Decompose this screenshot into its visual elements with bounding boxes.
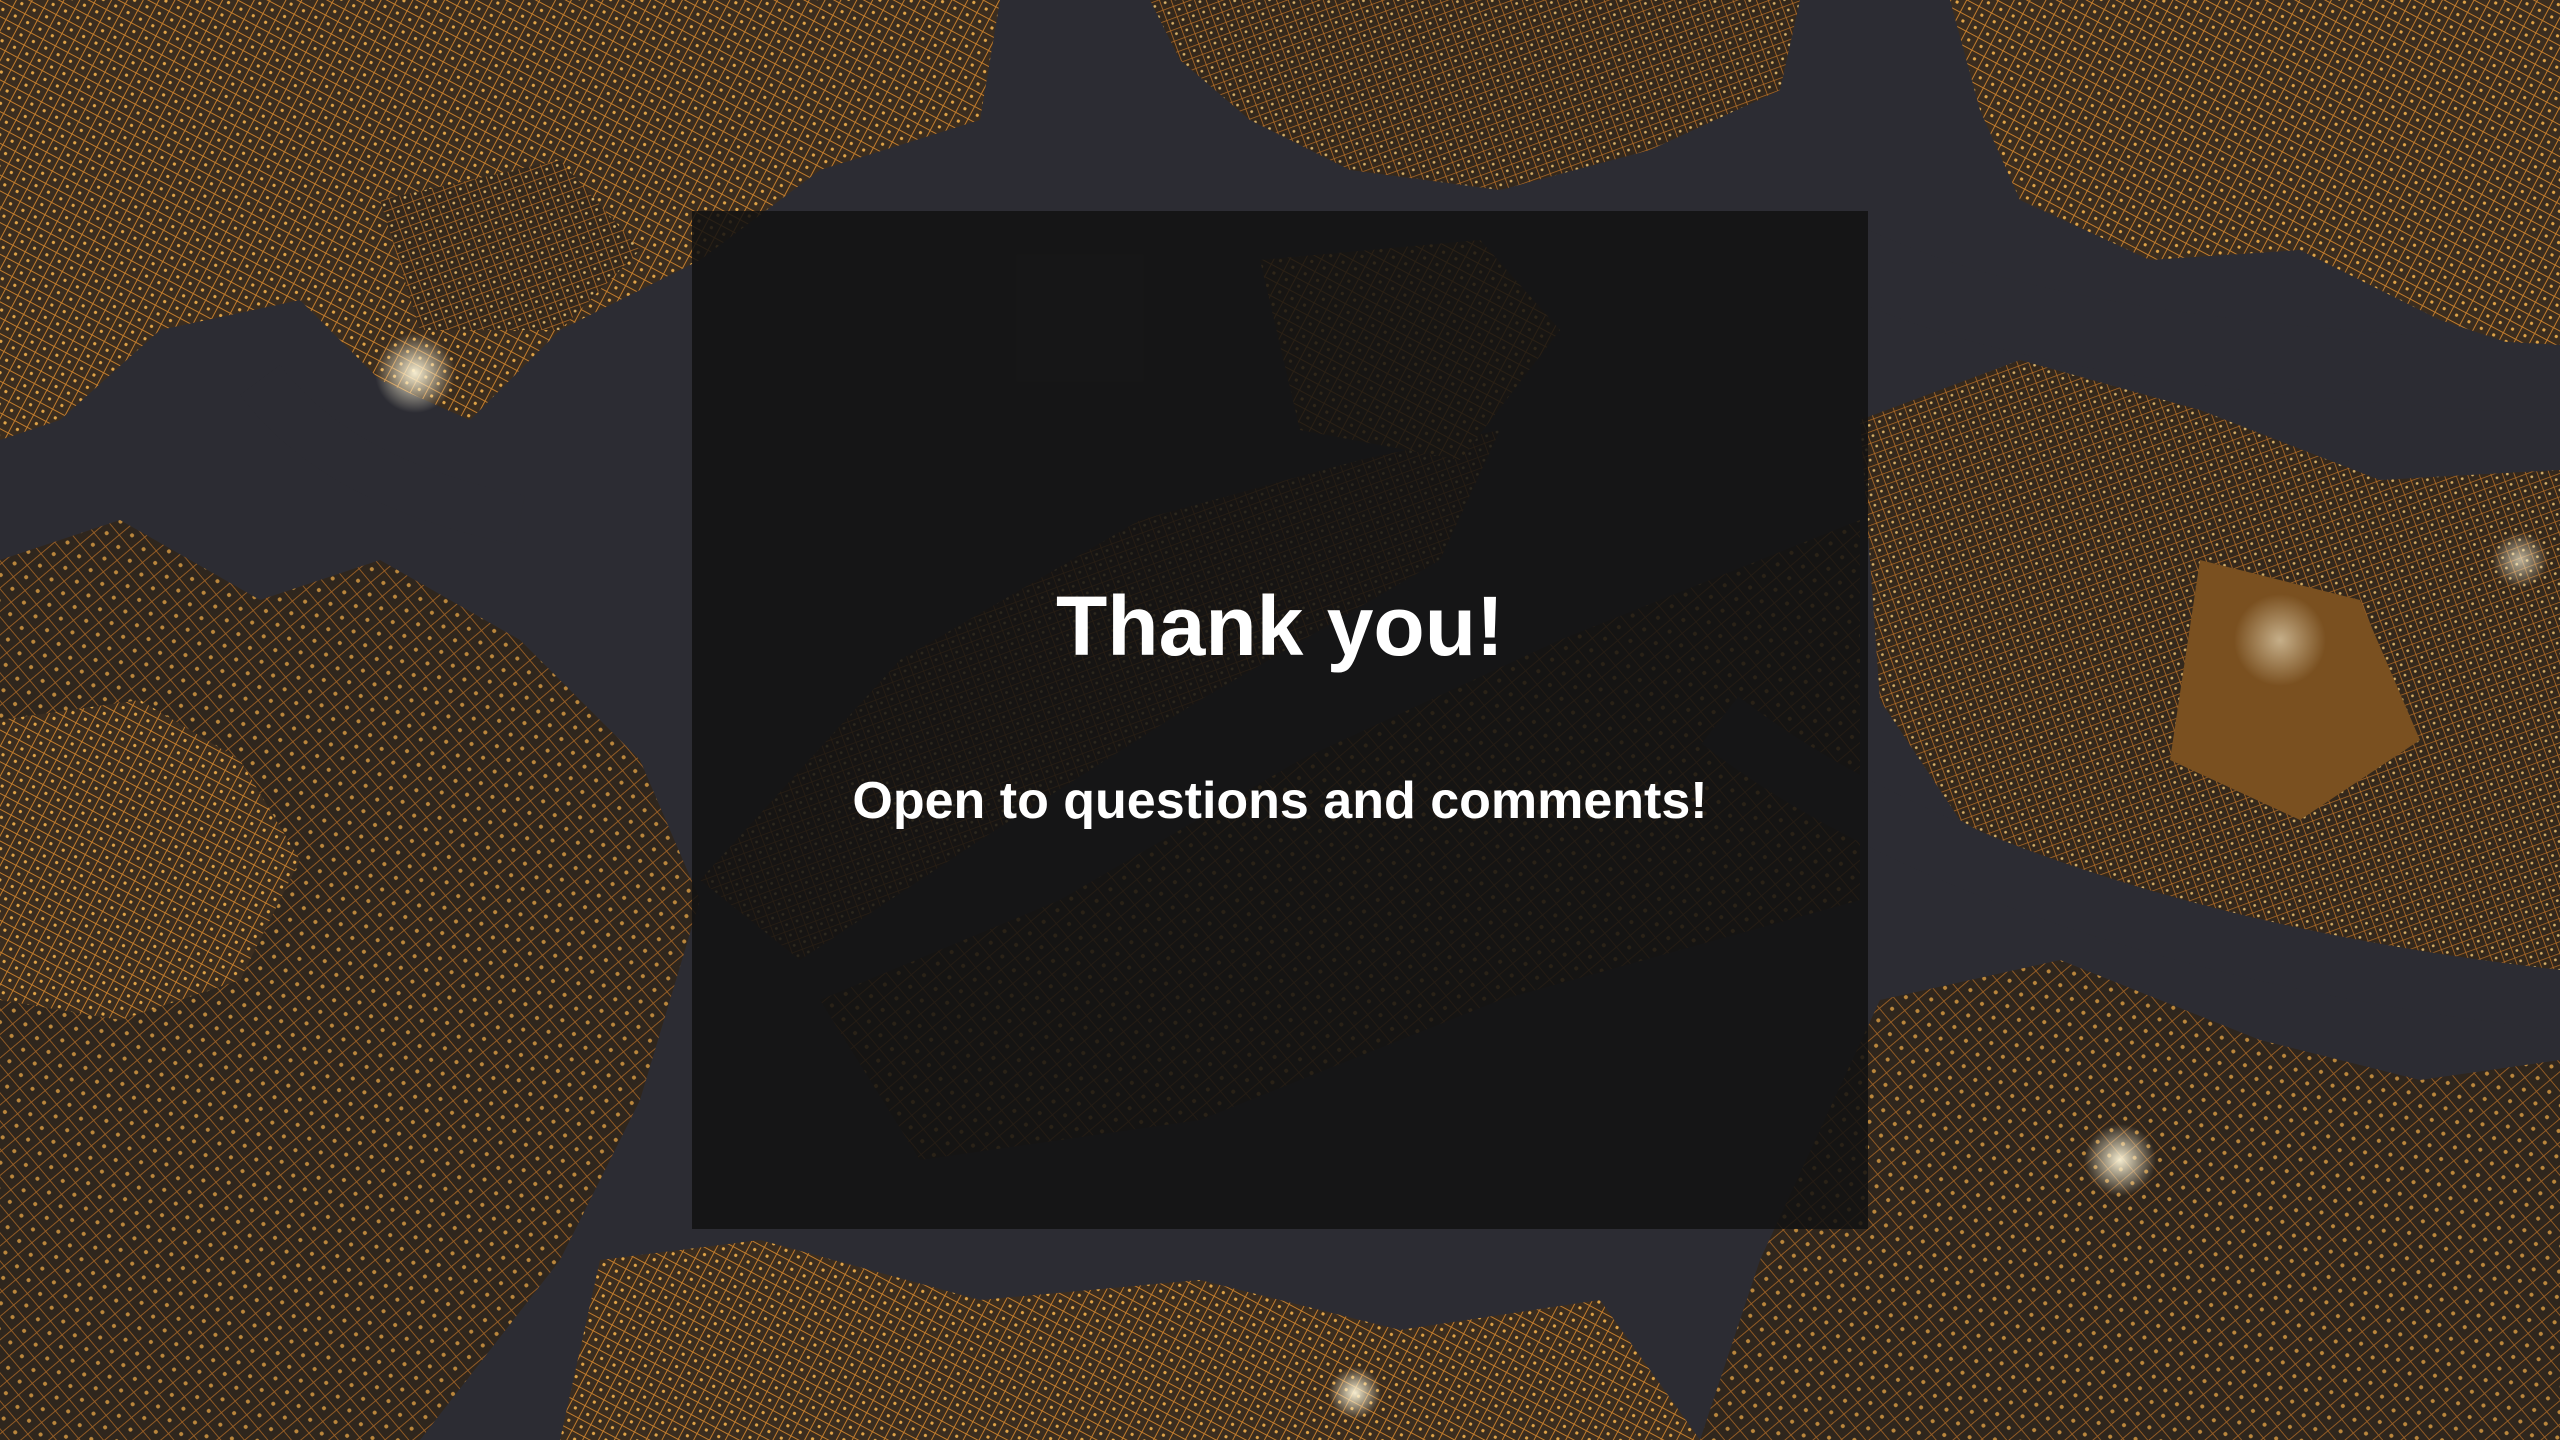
content-overlay-panel: Thank you! Open to questions and comment… [692,211,1868,1229]
presentation-slide: Thank you! Open to questions and comment… [0,0,2560,1440]
slide-subtitle: Open to questions and comments! [852,772,1708,830]
slide-title: Thank you! [1055,579,1504,673]
